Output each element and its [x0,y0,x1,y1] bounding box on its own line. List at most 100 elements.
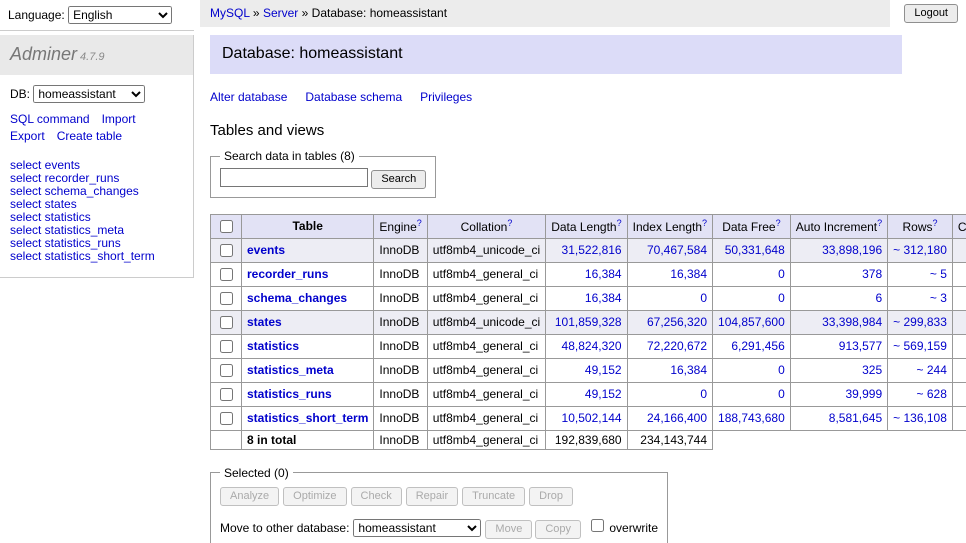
help-link[interactable]: ? [933,218,938,228]
total-empty-cell [211,430,242,449]
language-select[interactable]: English [68,6,172,24]
page-title: Database: homeassistant [210,35,902,74]
row-checkbox-statistics-short-term[interactable] [220,412,233,425]
rows-count-link[interactable]: ~ 628 [917,387,947,401]
menu-link-sql-command[interactable]: SQL command [10,112,90,126]
row-checkbox-schema-changes[interactable] [220,292,233,305]
right-column: MySQL » Server » Database: homeassistant… [194,0,966,543]
select-all-checkbox[interactable] [220,220,233,233]
row-checkbox-cell [211,286,242,310]
rows-count-link[interactable]: ~ 136,108 [893,411,947,425]
table-row-recorder-runs: recorder_runsInnoDButf8mb4_general_ci16,… [211,262,966,286]
breadcrumb-server-link[interactable]: Server [263,6,298,20]
move-db-select[interactable]: homeassistant [353,519,481,537]
index-length-cell: 16,384 [627,262,712,286]
col-header-label: Rows [903,220,933,234]
row-checkbox-recorder-runs[interactable] [220,268,233,281]
help-link[interactable]: ? [617,218,622,228]
sidebar-link-select-statistics-short-term[interactable]: select statistics_short_term [10,250,183,263]
drop-button[interactable]: Drop [529,487,573,506]
engine-cell: InnoDB [374,334,427,358]
row-checkbox-cell [211,406,242,430]
search-input[interactable] [220,168,368,187]
row-checkbox-statistics-runs[interactable] [220,388,233,401]
table-link-statistics-meta[interactable]: statistics_meta [247,363,334,377]
help-link[interactable]: ? [776,218,781,228]
col-header-rows: Rows? [888,214,953,238]
search-button[interactable]: Search [371,170,426,189]
alter-database-link[interactable]: Alter database [210,90,287,104]
db-selector-row: DB: homeassistant [10,85,183,103]
help-link[interactable]: ? [702,218,707,228]
collation-cell: utf8mb4_unicode_ci [427,310,545,334]
breadcrumb-current: Database: homeassistant [312,6,447,20]
help-link[interactable]: ? [417,218,422,228]
table-link-statistics-short-term[interactable]: statistics_short_term [247,411,368,425]
auto-increment-cell: 378 [790,262,887,286]
table-name-cell: states [242,310,374,334]
index-length-cell: 24,166,400 [627,406,712,430]
topbar: MySQL » Server » Database: homeassistant… [200,0,966,27]
row-checkbox-statistics-meta[interactable] [220,364,233,377]
comment-cell [952,262,966,286]
engine-cell: InnoDB [374,382,427,406]
check-button[interactable]: Check [351,487,402,506]
rows-cell: ~ 299,833 [888,310,953,334]
menu-links: SQL command Import Export Create table [10,111,183,145]
rows-count-link[interactable]: ~ 244 [917,363,947,377]
data-length-cell: 101,859,328 [546,310,627,334]
table-link-events[interactable]: events [247,243,285,257]
search-fieldset: Search data in tables (8) Search [210,149,436,198]
col-header-label: Collation [461,220,508,234]
rows-count-link[interactable]: ~ 5 [930,267,947,281]
rows-count-link[interactable]: ~ 3 [930,291,947,305]
table-link-statistics[interactable]: statistics [247,339,299,353]
data-length-cell: 31,522,816 [546,238,627,262]
data-free-cell: 50,331,648 [713,238,791,262]
breadcrumb-mysql-link[interactable]: MySQL [210,6,250,20]
copy-button[interactable]: Copy [535,520,581,539]
table-link-schema-changes[interactable]: schema_changes [247,291,347,305]
table-link-recorder-runs[interactable]: recorder_runs [247,267,328,281]
col-header-table: Table [242,214,374,238]
rows-count-link[interactable]: ~ 299,833 [893,315,947,329]
privileges-link[interactable]: Privileges [420,90,472,104]
overwrite-checkbox[interactable] [591,519,604,532]
row-checkbox-cell [211,334,242,358]
move-button[interactable]: Move [485,520,532,539]
database-action-links: Alter database Database schema Privileges [210,90,902,104]
auto-increment-cell: 8,581,645 [790,406,887,430]
app-name[interactable]: Adminer [10,44,77,64]
optimize-button[interactable]: Optimize [283,487,346,506]
overwrite-label: overwrite [609,521,658,535]
database-schema-link[interactable]: Database schema [305,90,402,104]
table-link-statistics-runs[interactable]: statistics_runs [247,387,332,401]
menu-link-export[interactable]: Export [10,129,45,143]
data-free-cell: 6,291,456 [713,334,791,358]
logout-button[interactable]: Logout [904,4,958,23]
language-label: Language: [8,8,65,22]
collation-cell: utf8mb4_general_ci [427,358,545,382]
row-checkbox-statistics[interactable] [220,340,233,353]
menu-link-create-table[interactable]: Create table [57,129,122,143]
truncate-button[interactable]: Truncate [462,487,525,506]
help-link[interactable]: ? [507,218,512,228]
table-name-cell: events [242,238,374,262]
total-index-length-cell: 234,143,744 [627,430,712,449]
row-checkbox-states[interactable] [220,316,233,329]
analyze-button[interactable]: Analyze [220,487,279,506]
help-link[interactable]: ? [877,218,882,228]
data-free-cell: 0 [713,382,791,406]
repair-button[interactable]: Repair [406,487,458,506]
row-checkbox-events[interactable] [220,244,233,257]
total-data-length-cell: 192,839,680 [546,430,627,449]
rows-count-link[interactable]: ~ 569,159 [893,339,947,353]
rows-count-link[interactable]: ~ 312,180 [893,243,947,257]
db-select[interactable]: homeassistant [33,85,145,103]
main-content: Database: homeassistant Alter database Da… [210,35,902,543]
menu-link-import[interactable]: Import [102,112,136,126]
auto-increment-cell: 39,999 [790,382,887,406]
table-link-states[interactable]: states [247,315,282,329]
rows-cell: ~ 3 [888,286,953,310]
col-header-data-free: Data Free? [713,214,791,238]
